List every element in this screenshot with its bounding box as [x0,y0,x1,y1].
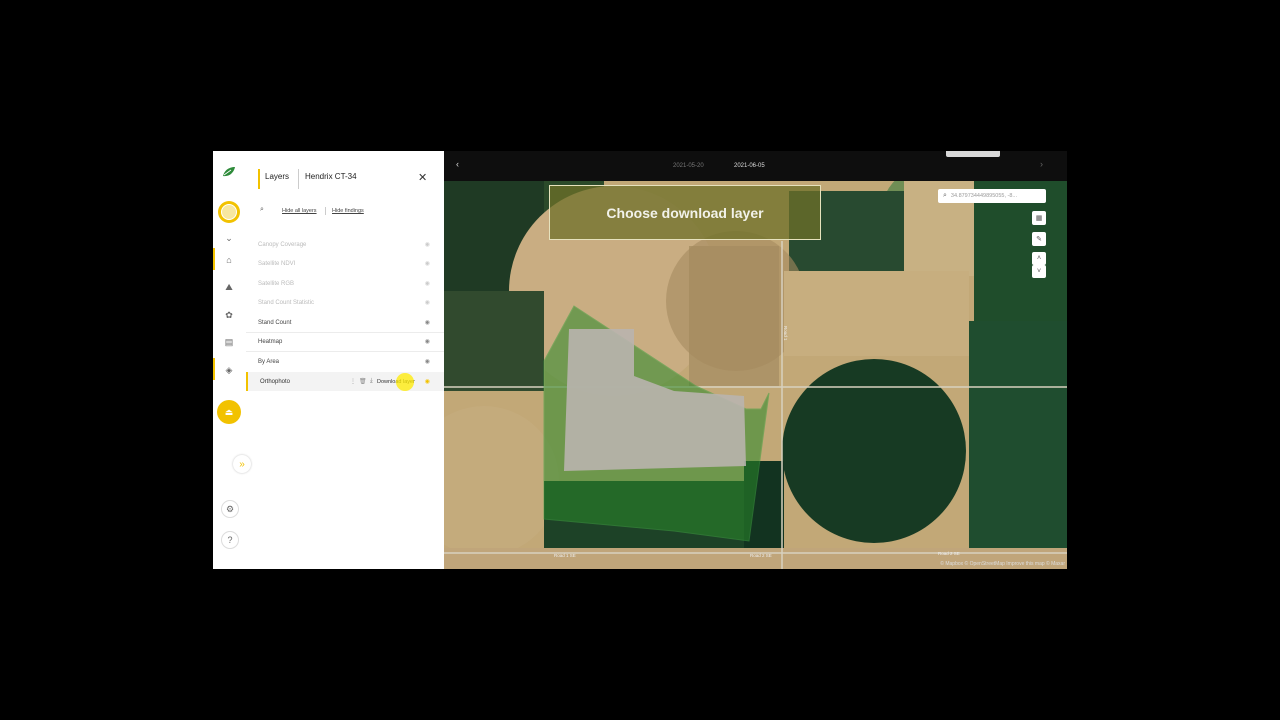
download-icon[interactable]: ⤓ [370,378,373,385]
logo-leaf-icon[interactable] [219,162,239,182]
layer-label: Satellite NDVI [258,260,296,267]
zoom-out-icon[interactable]: ˅ [1032,265,1046,278]
layer-row[interactable]: Heatmap ◉ [246,332,444,351]
road-label: Road 2 SE [938,551,960,556]
layers-icon[interactable]: ◈ [219,360,239,380]
search-icon[interactable]: ⌕ [260,206,264,214]
road-label: Road 2 SE [750,553,772,558]
eye-icon[interactable]: ◉ [425,378,430,385]
avatar-icon[interactable] [218,201,240,223]
document-icon[interactable]: ▤ [219,332,239,352]
layer-label: Orthophoto [260,378,291,385]
layer-label: Stand Count [258,319,292,326]
layer-label: By Area [258,358,280,365]
map-type-icon[interactable]: ▦ [1032,211,1046,225]
hide-findings-link[interactable]: Hide findings [332,208,364,214]
upload-icon[interactable]: ⏏ [217,400,241,424]
road-label: Road 1 SE [554,553,576,558]
date-item-selected[interactable]: 2021-06-05 [734,163,765,169]
eye-icon[interactable]: ◉ [425,241,430,248]
layer-label: Canopy Coverage [258,241,307,248]
download-layer-banner: Choose download layer [549,185,821,240]
home-icon[interactable]: ⌂ [219,250,239,270]
map-icon[interactable]: ⛰ [219,277,239,297]
layer-row[interactable]: By Area ◉ [246,352,444,371]
close-icon[interactable]: ✕ [418,171,427,184]
eye-icon[interactable]: ◉ [425,260,430,267]
eye-icon[interactable]: ◉ [425,319,430,326]
chevron-down-icon[interactable]: ⌄ [219,228,239,248]
layer-label: Satellite RGB [258,280,295,287]
road-label: Road 1 [783,326,788,341]
hide-all-layers-link[interactable]: Hide all layers [282,208,317,214]
ruler-icon[interactable]: ✎ [1032,232,1046,246]
coordinate-search-input[interactable]: ⌕ 34.879734449895055, -8... [938,189,1046,203]
eye-icon[interactable]: ◉ [425,299,430,306]
left-rail: ⌄ ⌂ ⛰ ✿ ▤ ◈ ⏏ ⚙ ? [213,151,247,569]
map-attribution[interactable]: © Mapbox © OpenStreetMap Improve this ma… [940,561,1065,567]
search-value: 34.879734449895055, -8... [950,193,1017,199]
layer-row[interactable]: Satellite NDVI ◉ [246,254,444,273]
date-timeline: ‹ 2021-05-20 2021-06-05 › [444,151,1067,181]
arrow-left-icon[interactable]: ‹ [456,159,459,169]
layer-row[interactable]: Stand Count ◉ [246,313,444,332]
expand-icon[interactable]: » [233,455,251,473]
layer-label: Stand Count Statistic [258,299,315,306]
help-icon[interactable]: ? [221,531,239,549]
plant-icon[interactable]: ✿ [219,305,239,325]
app-window: ⌄ ⌂ ⛰ ✿ ▤ ◈ ⏏ ⚙ ? » Layers Hendrix CT-34… [213,151,1067,569]
search-icon: ⌕ [943,192,947,199]
layer-row[interactable]: Canopy Coverage ◉ [246,235,444,254]
more-icon[interactable]: ⋮ [350,378,356,385]
eye-icon[interactable]: ◉ [425,280,430,287]
layer-row-selected[interactable]: Orthophoto ⋮ 🗑 ⤓ Download layer ◉ [246,372,444,391]
zoom-in-icon[interactable]: ˄ [1032,252,1046,265]
trash-icon[interactable]: 🗑 [359,378,367,385]
arrow-right-icon[interactable]: › [1040,159,1043,169]
layers-panel: Layers Hendrix CT-34 ✕ ⌕ Hide all layers… [246,151,444,569]
eye-icon[interactable]: ◉ [425,338,430,345]
layer-label: Heatmap [258,338,283,345]
eye-icon[interactable]: ◉ [425,358,430,365]
layer-row[interactable]: Satellite RGB ◉ [246,274,444,293]
cursor-highlight [396,373,414,391]
tab-layers[interactable]: Layers [265,172,289,181]
settings-icon[interactable]: ⚙ [221,500,239,518]
layer-row[interactable]: Stand Count Statistic ◉ [246,293,444,312]
map-view[interactable]: Road 1 SE Road 2 SE Road 2 SE Road 1 ‹ 2… [444,151,1067,569]
date-item[interactable]: 2021-05-20 [673,163,704,169]
tab-field-name[interactable]: Hendrix CT-34 [305,172,357,181]
